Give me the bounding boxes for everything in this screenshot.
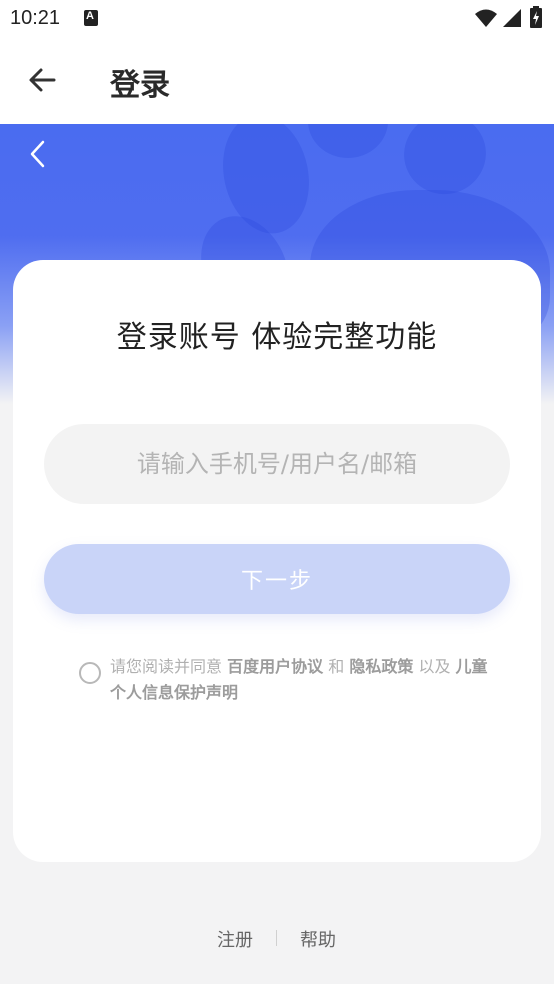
app-bar: 登录 (0, 36, 554, 124)
wifi-icon (475, 9, 497, 27)
arrow-left-icon[interactable] (28, 66, 56, 94)
privacy-policy-link[interactable]: 隐私政策 (349, 657, 413, 676)
signal-icon (503, 9, 521, 27)
next-button[interactable]: 下一步 (44, 544, 510, 614)
agreement-also: 以及 (418, 657, 451, 676)
register-link[interactable]: 注册 (217, 926, 253, 952)
card-title: 登录账号 体验完整功能 (116, 320, 438, 355)
footer-divider (276, 930, 277, 946)
chevron-left-icon[interactable] (28, 140, 48, 168)
agreement-prefix: 请您阅读并同意 (110, 657, 223, 676)
paw-decoration (308, 124, 388, 158)
agreement-checkbox[interactable] (79, 662, 101, 684)
login-card: 登录账号 体验完整功能 下一步 请您阅读并同意 百度用户协议 和 隐私政策 以及… (13, 260, 541, 862)
status-bar: 10:21 (0, 0, 554, 36)
battery-charging-icon (530, 6, 542, 28)
help-link[interactable]: 帮助 (300, 926, 336, 952)
agreement-and: 和 (328, 657, 345, 676)
user-agreement-link[interactable]: 百度用户协议 (227, 657, 323, 676)
a-notification-icon (84, 10, 98, 26)
status-time: 10:21 (10, 7, 61, 29)
agreement-text: 请您阅读并同意 百度用户协议 和 隐私政策 以及 儿童个人信息保护声明 (110, 654, 490, 706)
account-input[interactable] (44, 424, 510, 504)
page-title: 登录 (110, 68, 170, 103)
